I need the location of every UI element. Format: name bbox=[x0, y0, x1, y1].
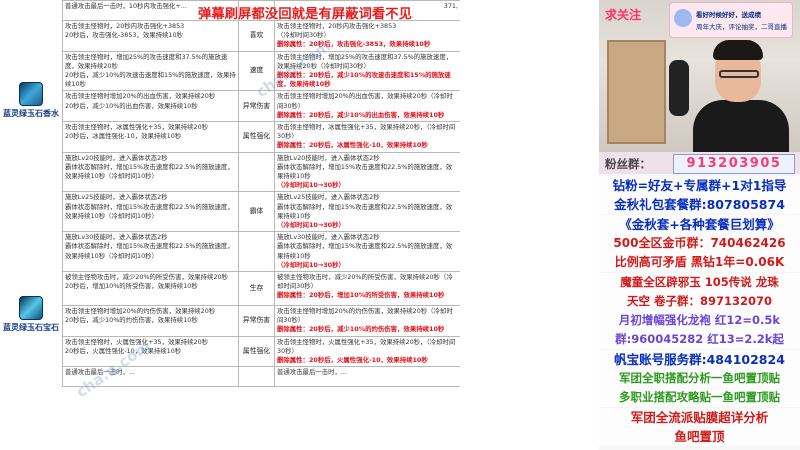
new-effect-cell: 普通攻击最后一击时，... bbox=[274, 366, 460, 388]
promo-line: 月初增幅强化龙袍 红12=0.5k bbox=[599, 311, 800, 331]
old-effect-cell: 攻击领主怪物时，增加25%的攻击速度和37.5%的施放速度，效果持续20秒 20… bbox=[62, 50, 239, 92]
danmaku-banner: 弹幕刷屏都没回就是有屏蔽词看不见 bbox=[198, 7, 413, 22]
new-effect-text: 施放Lv20技能时，进入霸体状态2秒 霸体状态解除时，增加15%攻击速度和22.… bbox=[277, 153, 453, 181]
promo-line: 军团全流派贴膜超详分析 bbox=[599, 407, 800, 427]
new-effect-text: 施放Lv25技能时，进入霸体状态2秒 霸体状态解除时，增加15%攻击速度和22.… bbox=[277, 193, 453, 220]
badge-icon bbox=[674, 9, 692, 27]
gem-perfume: 蓝灵绿玉石香水 bbox=[0, 82, 62, 119]
removed-attribute-text: 删除属性：20秒后，减少10%的攻速击速度和15%的施放速度，效果持续10秒 bbox=[277, 71, 451, 89]
old-effect-cell: 攻击领主怪物时增加20%的出血伤害，效果持续20秒 20秒后，减少10%的出血伤… bbox=[62, 90, 239, 123]
table-row: 施放Lv25技能时，进入霸体状态2秒 霸体状态解除时，增加15%攻击速度和22.… bbox=[62, 191, 460, 233]
new-effect-text: 普通攻击最后一击时，... bbox=[277, 368, 347, 377]
removed-attribute-text: 删除属性：20秒后，冰属性强化-10，效果持续10秒 bbox=[277, 141, 428, 150]
table-row: 攻击领主怪物时，冰属性强化+35，效果持续20秒 20秒后，冰属性强化-10，效… bbox=[62, 121, 460, 153]
removed-attribute-text: （冷却时间10→30秒） bbox=[277, 260, 345, 269]
promo-line: 《金秋套+各种套餐巨划算》 bbox=[599, 214, 800, 234]
category-cell bbox=[238, 231, 275, 273]
category-cell bbox=[238, 366, 275, 388]
gem-stone-image bbox=[19, 296, 43, 320]
old-effect-cell: 攻击领主怪物时，冰属性强化+35，效果持续20秒 20秒后，冰属性强化-10，效… bbox=[62, 121, 239, 153]
removed-attribute-text: 删除属性：20秒后，减少10%的出血伤害，效果持续10秒 bbox=[277, 110, 445, 119]
blank-area bbox=[460, 0, 600, 450]
category-cell: 异常伤害 bbox=[238, 305, 275, 337]
equipment-table: 普通攻击最后一击时，10秒内攻击强化+... 371, 攻击领主怪物时，20秒内攻击… bbox=[62, 0, 460, 388]
removed-attribute-text: 删除属性：20秒后，增加10%的所受伤害，效果持续10秒 bbox=[277, 291, 445, 300]
old-effect-cell: 施放Lv25技能时，进入霸体状态2秒 霸体状态解除时，增加15%攻击速度和22.… bbox=[62, 191, 239, 233]
gem-stone-label: 蓝灵绿玉石宝石 bbox=[3, 323, 59, 332]
new-effect-text: 攻击领主怪物时增加20%的出血伤害，效果持续20秒（冷却时间30秒） bbox=[277, 92, 453, 110]
new-effect-text: 攻击领主怪物时，冰属性强化+35，效果持续20秒，（冷却时间30秒） bbox=[277, 123, 456, 141]
new-effect-cell: 攻击领主怪物时增加20%的灼伤伤害，效果持续20秒（冷却时间30秒） 删除属性：2… bbox=[274, 305, 460, 337]
promo-line: 500全区金币群：740462426 bbox=[599, 233, 800, 253]
promo-line: 鱼吧置顶 bbox=[599, 426, 800, 446]
new-effect-text: 攻击领主怪物时，20秒内攻击强化+3853 （冷却时间30秒） bbox=[277, 22, 397, 40]
new-effect-cell: 攻击领主怪物时增加20%的出血伤害，效果持续20秒（冷却时间30秒） 删除属性：2… bbox=[274, 90, 460, 123]
webcam-view: 求关注 看好时候好好，送成绩 周年大庆，评论抽奖，二哥直播 bbox=[599, 0, 800, 152]
new-effect-cell: 施放Lv20技能时，进入霸体状态2秒 霸体状态解除时，增加15%攻击速度和22.… bbox=[274, 151, 460, 193]
table-row: 被领主怪物攻击时，减少20%的所受伤害，效果持续20秒 20秒后，增加10%的所… bbox=[62, 271, 460, 307]
promo-line: 魔童全区辟邪玉 105传说 龙珠 bbox=[599, 272, 800, 292]
promo-line: 钻粉=好友+专属群+1对1指导 bbox=[599, 176, 800, 195]
category-cell: 生存 bbox=[238, 271, 275, 307]
gem-perfume-label: 蓝灵绿玉石香水 bbox=[3, 109, 59, 118]
category-cell bbox=[238, 151, 275, 193]
category-cell: 属性强化 bbox=[238, 335, 275, 368]
follow-label: 求关注 bbox=[605, 8, 642, 22]
document-viewer: 蓝灵绿玉石香水 蓝灵绿玉石宝石 普通攻击最后一击时，10秒内攻击强化+... 37… bbox=[0, 0, 460, 450]
category-cell: 属性强化 bbox=[238, 121, 275, 153]
old-effect-cell: 施放Lv20技能时，进入霸体状态2秒 霸体状态解除时，增加15%攻击速度和22.… bbox=[62, 151, 239, 193]
fans-number: 913203905 bbox=[673, 154, 795, 174]
fans-group: 粉丝群： 913203905 bbox=[599, 152, 800, 174]
new-effect-text: 攻击领主怪物时，火属性强化+35，效果持续20秒，（冷却时间30秒） bbox=[277, 337, 456, 355]
new-effect-text: 被领主怪物攻击时，减少20%的所受伤害，效果持续20秒（冷却时间30秒） bbox=[277, 273, 453, 291]
old-effect-cell: 攻击领主怪物时，20秒内攻击强化+3853 20秒后，攻击强化-3853，效果持… bbox=[62, 20, 239, 52]
stream-sidebar: 求关注 看好时候好好，送成绩 周年大庆，评论抽奖，二哥直播 粉丝群： 91320… bbox=[599, 0, 800, 450]
new-effect-cell: 被领主怪物攻击时，减少20%的所受伤害，效果持续20秒（冷却时间30秒） 删除属性… bbox=[274, 271, 460, 307]
promo-line: 天空 卷子群：897132070 bbox=[599, 291, 800, 311]
promo-line: 比例高可矛盾 黑钻1年=0.06K bbox=[599, 253, 800, 273]
new-effect-cell: 施放Lv25技能时，进入霸体状态2秒 霸体状态解除时，增加15%攻击速度和22.… bbox=[274, 191, 460, 233]
removed-attribute-text: 删除属性：20秒后，攻击强化-3853，效果持续10秒 bbox=[277, 40, 431, 49]
promo-line: 群:960045282 红13=2.2k起 bbox=[599, 330, 800, 350]
promo-line: 帆宝账号服务群:484102824 bbox=[599, 349, 800, 369]
promo-line: 军团全职搭配分析一鱼吧置顶贴 bbox=[599, 369, 800, 388]
new-effect-cell: 攻击领主怪物时，20秒内攻击强化+3853 （冷却时间30秒） 删除属性：20秒后… bbox=[274, 20, 460, 52]
removed-attribute-text: （冷却时间10→30秒） bbox=[277, 181, 345, 190]
new-effect-cell: 攻击领主怪物时，火属性强化+35，效果持续20秒，（冷却时间30秒） 删除属性：2… bbox=[274, 335, 460, 368]
old-effect-cell: 施放Lv30技能时，进入霸体状态2秒 霸体状态解除时，增加15%攻击速度和22.… bbox=[62, 231, 239, 273]
removed-attribute-text: 删除属性：20秒后，火属性强化-10，效果持续10秒 bbox=[277, 356, 428, 365]
badge-text-1: 看好时候好好，送成绩 bbox=[696, 11, 761, 19]
old-effect-cell: 被领主怪物攻击时，减少20%的所受伤害，效果持续20秒 20秒后，增加10%的所… bbox=[62, 271, 239, 307]
new-effect-text: 施放Lv30技能时，进入霸体状态2秒 霸体状态解除时，增加15%攻击速度和22.… bbox=[277, 233, 453, 260]
new-effect-tail: 371, bbox=[443, 2, 458, 10]
fans-label: 粉丝群： bbox=[605, 157, 651, 171]
event-badge: 看好时候好好，送成绩 周年大庆，评论抽奖，二哥直播 bbox=[669, 2, 793, 38]
table-row: 施放Lv20技能时，进入霸体状态2秒 霸体状态解除时，增加15%攻击速度和22.… bbox=[62, 151, 460, 193]
promo-line: 多职业搭配攻略贴一鱼吧置顶贴 bbox=[599, 388, 800, 408]
streamer bbox=[693, 38, 789, 152]
new-effect-cell: 攻击领主怪物时，冰属性强化+35，效果持续20秒，（冷却时间30秒） 删除属性：2… bbox=[274, 121, 460, 153]
removed-attribute-text: 删除属性：20秒后，减少10%的灼伤伤害，效果持续10秒 bbox=[277, 325, 445, 334]
microphone-icon bbox=[669, 60, 689, 116]
new-effect-cell: 施放Lv30技能时，进入霸体状态2秒 霸体状态解除时，增加15%攻击速度和22.… bbox=[274, 231, 460, 273]
category-cell: 霸体 bbox=[238, 191, 275, 233]
gem-stone: 蓝灵绿玉石宝石 bbox=[0, 296, 62, 333]
table-row: 施放Lv30技能时，进入霸体状态2秒 霸体状态解除时，增加15%攻击速度和22.… bbox=[62, 231, 460, 273]
gem-perfume-image bbox=[19, 82, 43, 106]
table-row: 攻击领主怪物时增加20%的灼伤伤害，效果持续20秒 20秒后，减少10%的灼伤伤… bbox=[62, 305, 460, 337]
category-cell: 喜欢 bbox=[238, 20, 275, 52]
promo-line: 金秋礼包套餐群:807805874 bbox=[599, 195, 800, 215]
old-effect-cell: 攻击领主怪物时增加20%的灼伤伤害，效果持续20秒 20秒后，减少10%的灼伤伤… bbox=[62, 305, 239, 337]
new-effect-text: 攻击领主怪物时增加20%的灼伤伤害，效果持续20秒（冷却时间30秒） bbox=[277, 307, 453, 325]
removed-attribute-text: （冷却时间10→30秒） bbox=[277, 221, 345, 230]
badge-text-2: 周年大庆，评论抽奖，二哥直播 bbox=[696, 23, 787, 31]
table-row: 攻击领主怪物时，20秒内攻击强化+3853 20秒后，攻击强化-3853，效果持… bbox=[62, 20, 460, 52]
shelf bbox=[607, 40, 666, 144]
